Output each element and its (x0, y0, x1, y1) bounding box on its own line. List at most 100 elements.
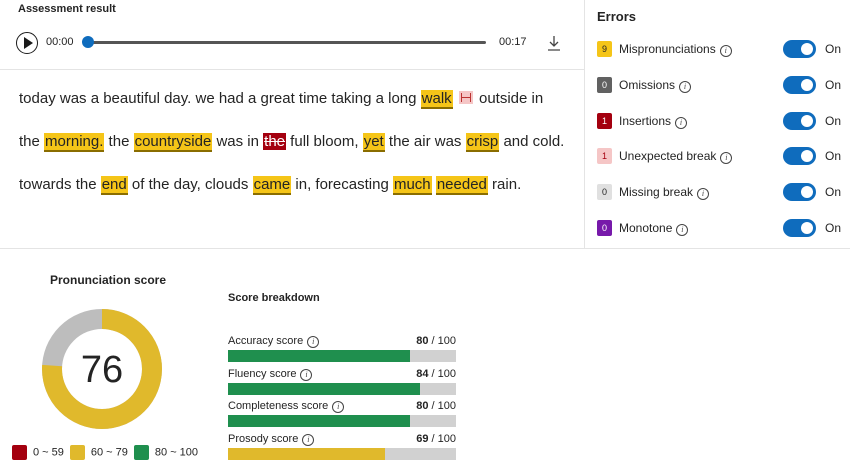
info-icon[interactable]: i (720, 152, 733, 165)
error-count-badge: 0 (597, 76, 612, 93)
metric-label: Accuracy score i (228, 335, 320, 348)
error-label-text: Mispronunciations (619, 42, 716, 56)
error-count-badge: 0 (597, 220, 612, 236)
error-toggle[interactable] (783, 219, 816, 237)
error-label: Missing break i (619, 185, 710, 201)
error-toggle[interactable] (783, 183, 816, 202)
metric-score: 80 (416, 400, 429, 413)
error-label-text: Missing break (619, 185, 694, 200)
metric-value: 80 / 100 (416, 400, 456, 412)
error-toggle[interactable] (783, 147, 816, 166)
play-button[interactable] (16, 32, 38, 54)
error-row: 0 Monotone i On (597, 219, 842, 239)
metric-bar-track (228, 415, 456, 428)
info-icon[interactable]: i (697, 188, 710, 201)
legend-label: 80 ~ 100 (154, 446, 199, 459)
transcript-text: the air was (384, 133, 466, 150)
errors-title: Errors (597, 9, 637, 24)
toggle-state-label: On (825, 221, 842, 235)
error-label-text: Unexpected break (619, 149, 717, 164)
metric-value: 80 / 100 (416, 335, 456, 347)
transcript-text: rain. (487, 176, 522, 193)
pronunciation-score-donut: 76 (41, 308, 163, 435)
error-toggle[interactable] (783, 40, 816, 58)
info-icon[interactable]: i (676, 224, 689, 236)
transcript-text (453, 90, 457, 107)
metric-label-text: Accuracy score (228, 335, 304, 347)
metric-score: 84 (416, 367, 429, 380)
error-label: Unexpected break i (619, 149, 733, 165)
error-row: 1 Unexpected break i On (597, 147, 842, 167)
metric-label: Completeness score i (228, 400, 345, 414)
legend-label: 0 ~ 59 (33, 446, 64, 459)
mispronounced-word[interactable]: morning. (44, 133, 105, 152)
score-legend: 0 ~ 59 60 ~ 79 80 ~ 100 (12, 445, 204, 460)
error-row: 0 Omissions i On (597, 75, 842, 96)
metric-label-text: Completeness score (228, 400, 329, 413)
current-time: 00:00 (46, 36, 74, 48)
info-icon[interactable]: i (719, 45, 732, 57)
inserted-word[interactable]: the (263, 133, 287, 150)
info-icon[interactable]: i (302, 434, 315, 447)
transcript-line: today was a beautiful day. we had a grea… (19, 90, 544, 109)
error-toggle[interactable] (783, 111, 816, 130)
metric-bar-track (228, 382, 456, 395)
transcript-text: in, forecasting (291, 176, 393, 193)
metric-score: 80 (416, 335, 429, 347)
score-metric: Completeness score i 80 / 100 (228, 400, 458, 430)
pronunciation-score-title: Pronunciation score (50, 273, 167, 287)
download-icon[interactable] (547, 35, 561, 56)
error-row: 9 Mispronunciations i On (597, 40, 842, 60)
audio-progress-thumb[interactable] (82, 36, 94, 48)
metric-bar-fill (228, 448, 386, 461)
info-icon[interactable]: i (300, 368, 313, 381)
toggle-state-label: On (825, 77, 842, 92)
score-metric: Prosody score i 69 / 100 (228, 433, 458, 463)
unexpected-break-marker[interactable] (458, 91, 473, 104)
transcript-text: towards the (19, 176, 101, 193)
legend-swatch (69, 445, 85, 460)
mispronounced-word[interactable]: countryside (133, 133, 213, 152)
metric-max: / 100 (428, 335, 456, 347)
transcript-text: full bloom, (286, 133, 363, 150)
transcript-text: outside in (474, 90, 544, 107)
mispronounced-word[interactable]: walk (420, 90, 453, 109)
metric-label-text: Fluency score (228, 367, 297, 380)
metric-label: Prosody score i (228, 433, 315, 447)
info-icon[interactable]: i (679, 80, 692, 93)
mispronounced-word[interactable]: needed (435, 176, 488, 195)
toggle-state-label: On (825, 149, 842, 164)
error-count-badge: 0 (597, 184, 612, 201)
info-icon[interactable]: i (332, 401, 345, 414)
error-toggle[interactable] (783, 75, 816, 94)
score-breakdown-title: Score breakdown (228, 292, 320, 304)
legend-item: 0 ~ 59 (12, 445, 64, 460)
section-divider (0, 248, 850, 249)
play-icon (24, 37, 33, 49)
errors-panel-divider (584, 0, 585, 248)
metric-bar-track (228, 448, 456, 461)
mispronounced-word[interactable]: much (392, 176, 432, 195)
error-label: Omissions i (619, 78, 692, 93)
assessment-result-title: Assessment result (18, 3, 116, 15)
mispronounced-word[interactable]: crisp (465, 133, 500, 152)
total-duration: 00:17 (499, 36, 527, 48)
transcript-line: the morning. the countryside was in the … (19, 133, 564, 152)
metric-value: 84 / 100 (416, 368, 456, 380)
metric-max: / 100 (428, 367, 456, 380)
audio-progress-track[interactable] (88, 41, 486, 44)
metric-label: Fluency score i (228, 367, 313, 381)
legend-swatch (133, 445, 149, 460)
mispronounced-word[interactable]: came (252, 176, 292, 195)
player-divider (0, 69, 584, 70)
toggle-state-label: On (825, 42, 842, 56)
metric-bar-fill (228, 415, 411, 428)
info-icon[interactable]: i (307, 336, 320, 348)
mispronounced-word[interactable]: end (100, 176, 128, 195)
error-count-badge: 1 (597, 112, 612, 129)
mispronounced-word[interactable]: yet (362, 133, 385, 152)
transcript-text: the (19, 133, 45, 150)
info-icon[interactable]: i (675, 116, 688, 129)
transcript-text: the (104, 133, 134, 150)
error-row: 1 Insertions i On (597, 111, 842, 132)
